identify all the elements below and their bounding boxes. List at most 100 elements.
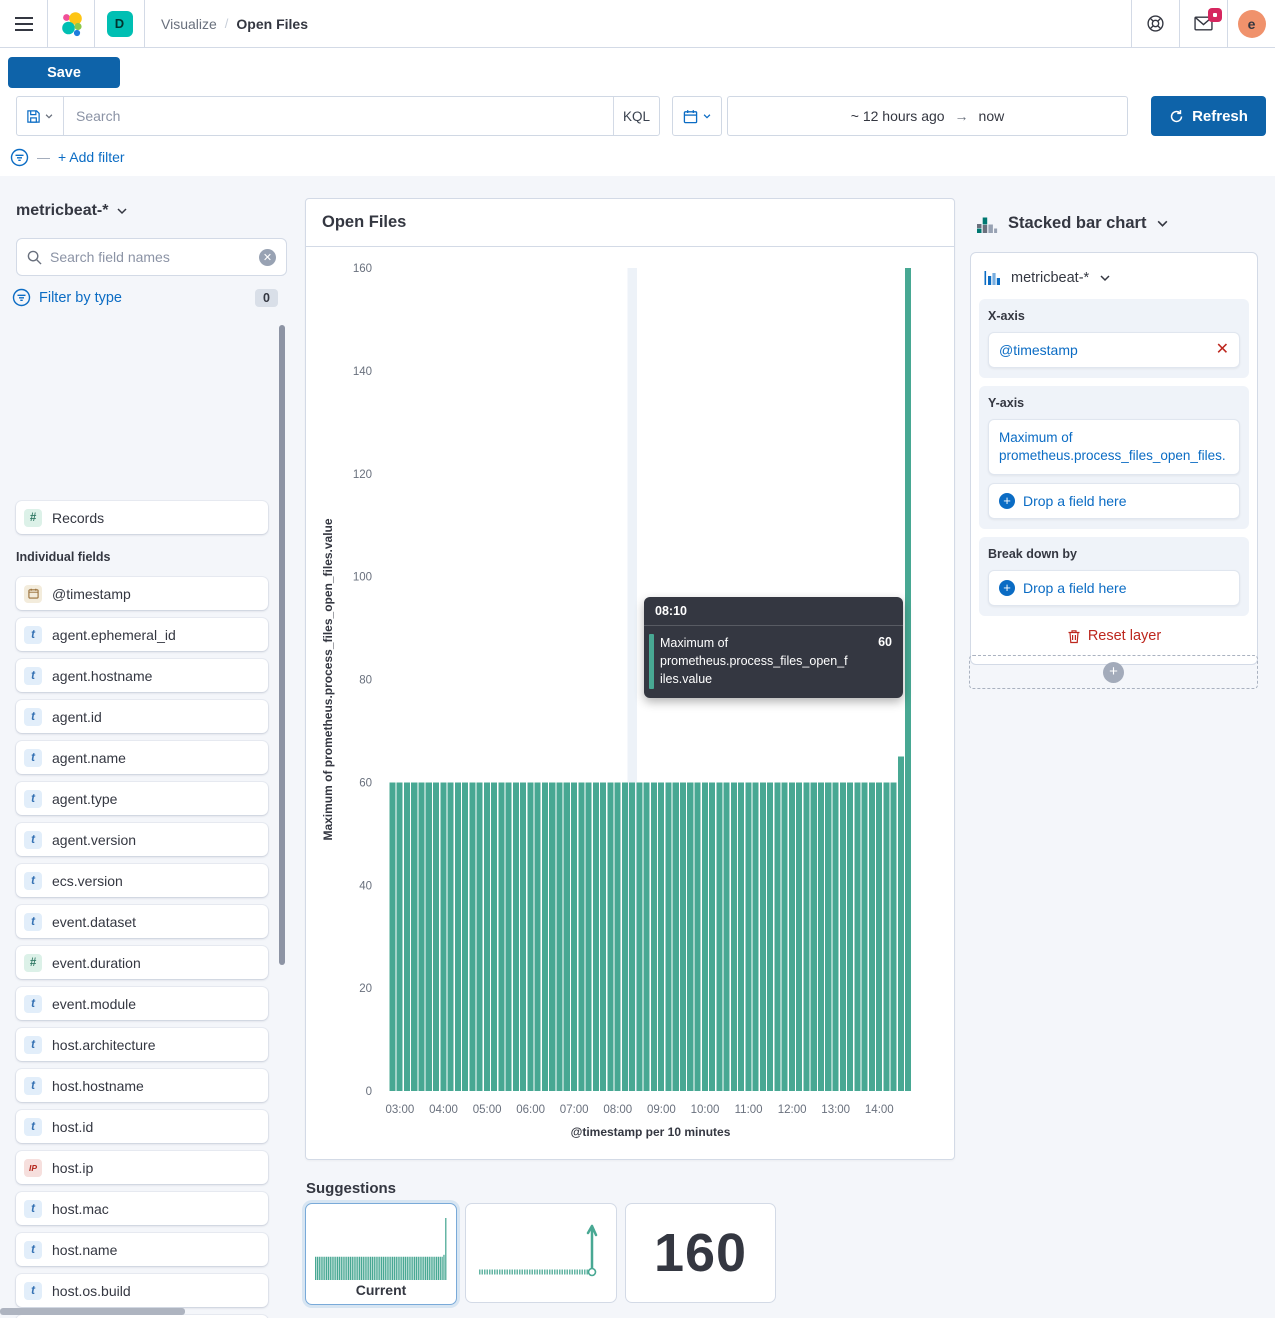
svg-text:07:00: 07:00 [560, 1104, 589, 1116]
save-button[interactable]: Save [8, 57, 120, 88]
chevron-down-icon [44, 111, 54, 121]
breadcrumb-visualize[interactable]: Visualize [161, 16, 217, 32]
field-item-agent.version[interactable]: tagent.version [16, 823, 268, 856]
field-item-agent.ephemeral_id[interactable]: tagent.ephemeral_id [16, 618, 268, 651]
field-name: host.os.build [52, 1283, 131, 1299]
field-name: event.duration [52, 955, 141, 971]
y-axis-dimension[interactable]: Maximum of prometheus.process_files_open… [988, 419, 1240, 475]
space-selector[interactable]: D [95, 0, 145, 47]
chart-title-bar: Open Files [306, 199, 954, 247]
field-item-records[interactable]: # Records [16, 501, 268, 534]
string-field-icon: t [24, 667, 42, 685]
svg-text:14:00: 14:00 [865, 1104, 894, 1116]
string-field-icon: t [24, 708, 42, 726]
field-item-event.duration[interactable]: #event.duration [16, 946, 268, 979]
menu-button[interactable] [0, 0, 48, 47]
time-range[interactable]: ~ 12 hours ago → now [727, 96, 1128, 136]
chart-type-selector[interactable]: Stacked bar chart [976, 212, 1169, 234]
field-name: host.id [52, 1119, 93, 1135]
suggestion-metric[interactable]: 160 [625, 1203, 776, 1303]
query-bar: KQL ~ 12 hours ago → now Refresh [0, 96, 1275, 136]
field-item-@timestamp[interactable]: @timestamp [16, 577, 268, 610]
stacked-bar-chart-icon [976, 212, 998, 234]
time-from[interactable]: ~ 12 hours ago [851, 108, 945, 124]
field-item-event.dataset[interactable]: tevent.dataset [16, 905, 268, 938]
string-field-icon: t [24, 1036, 42, 1054]
svg-text:100: 100 [353, 572, 372, 584]
space-badge: D [107, 11, 133, 37]
string-field-icon: t [24, 1077, 42, 1095]
field-item-host.os.build[interactable]: thost.os.build [16, 1274, 268, 1307]
field-item-agent.type[interactable]: tagent.type [16, 782, 268, 815]
field-name: host.ip [52, 1160, 93, 1176]
elastic-logo[interactable] [48, 0, 95, 47]
sidebar-scrollbar[interactable] [279, 325, 285, 965]
breakdown-drop-zone[interactable]: + Drop a field here [988, 570, 1240, 606]
string-field-icon: t [24, 1118, 42, 1136]
filter-by-type-button[interactable]: Filter by type 0 [12, 288, 278, 307]
suggestion-current[interactable]: Current [305, 1203, 457, 1305]
time-to[interactable]: now [979, 108, 1005, 124]
svg-text:04:00: 04:00 [429, 1104, 458, 1116]
clear-search-button[interactable]: ✕ [259, 249, 276, 266]
filter-icon[interactable] [10, 148, 29, 167]
tooltip-series-marker [649, 634, 654, 689]
plus-icon: + [999, 493, 1015, 509]
layer-index-selector[interactable]: metricbeat-* [979, 261, 1249, 295]
x-axis-dimension[interactable]: @timestamp ✕ [988, 332, 1240, 368]
svg-text:160: 160 [353, 263, 372, 275]
index-pattern-name: metricbeat-* [16, 202, 108, 220]
reset-layer-button[interactable]: Reset layer [979, 616, 1249, 656]
tooltip-value: 60 [878, 635, 892, 649]
field-item-ecs.version[interactable]: tecs.version [16, 864, 268, 897]
add-layer-button[interactable]: + [969, 655, 1258, 689]
suggestion-current-thumbnail [315, 1218, 447, 1280]
field-name: @timestamp [52, 586, 131, 602]
chart-title: Open Files [322, 213, 406, 232]
field-item-agent.id[interactable]: tagent.id [16, 700, 268, 733]
field-item-agent.name[interactable]: tagent.name [16, 741, 268, 774]
field-item-event.module[interactable]: tevent.module [16, 987, 268, 1020]
number-field-icon: # [24, 509, 42, 527]
user-menu[interactable]: e [1227, 0, 1275, 47]
search-input[interactable] [64, 97, 613, 135]
svg-text:120: 120 [353, 469, 372, 481]
layer-chart-icon [983, 269, 1001, 287]
individual-fields-label: Individual fields [16, 550, 110, 564]
field-item-host.id[interactable]: t host.id [16, 1110, 268, 1143]
query-language-button[interactable]: KQL [613, 97, 659, 135]
suggestion-current-label: Current [356, 1282, 407, 1298]
help-button[interactable] [1131, 0, 1179, 47]
field-item-host.architecture[interactable]: thost.architecture [16, 1028, 268, 1061]
notification-badge [1208, 8, 1222, 22]
field-name: Records [52, 510, 104, 526]
svg-text:10:00: 10:00 [691, 1104, 720, 1116]
field-item-host.ip[interactable]: IPhost.ip [16, 1151, 268, 1184]
field-item-agent.hostname[interactable]: tagent.hostname [16, 659, 268, 692]
field-item-host.mac[interactable]: thost.mac [16, 1192, 268, 1225]
saved-query-button[interactable] [17, 97, 64, 135]
field-item-host.hostname[interactable]: thost.hostname [16, 1069, 268, 1102]
pinned-filters-placeholder: — [37, 150, 50, 165]
kibana-lens-app: D Visualize / Open Files e Save [0, 0, 1275, 1318]
add-filter-button[interactable]: + Add filter [58, 149, 125, 165]
date-picker-button[interactable] [672, 96, 722, 136]
field-name: agent.version [52, 832, 136, 848]
suggestion-line-chart[interactable] [465, 1203, 617, 1303]
remove-dimension-icon[interactable]: ✕ [1216, 342, 1229, 358]
tooltip-time: 08:10 [644, 597, 903, 626]
field-list: @timestamp tagent.ephemeral_id tagent.host… [0, 577, 268, 1318]
horizontal-scrollbar[interactable] [0, 1308, 185, 1315]
field-search-input[interactable] [42, 249, 259, 265]
stacked-bar-chart[interactable]: 02040608010012014016003:0004:0005:0006:0… [306, 247, 954, 1159]
chevron-down-icon [1156, 217, 1169, 230]
newsfeed-button[interactable] [1179, 0, 1227, 47]
field-item-host.name[interactable]: thost.name [16, 1233, 268, 1266]
y-axis-drop-zone[interactable]: + Drop a field here [988, 483, 1240, 519]
refresh-button[interactable]: Refresh [1151, 96, 1266, 136]
x-axis-section: X-axis @timestamp ✕ [979, 299, 1249, 378]
avatar: e [1238, 10, 1266, 38]
trash-icon [1067, 629, 1081, 644]
field-name: host.name [52, 1242, 117, 1258]
index-pattern-switcher[interactable]: metricbeat-* [16, 202, 128, 220]
